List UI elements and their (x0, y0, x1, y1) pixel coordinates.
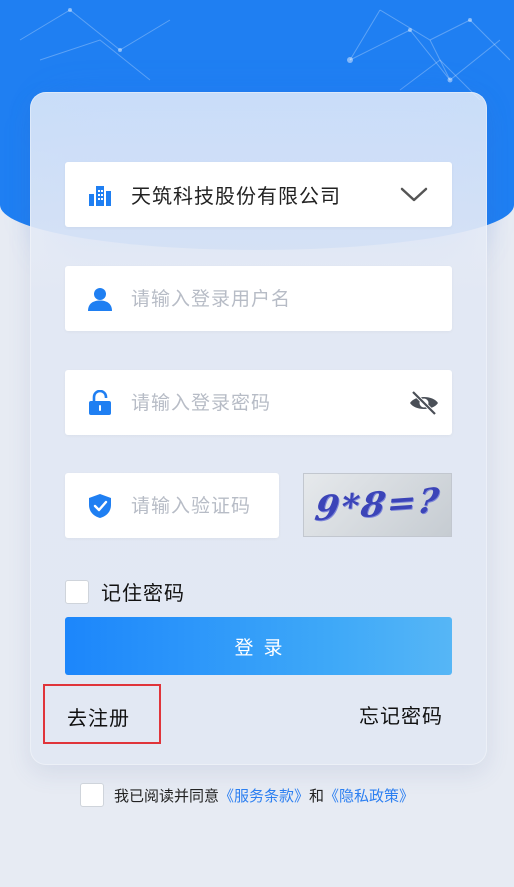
terms-link[interactable]: 《服务条款》 (219, 785, 309, 806)
captcha-image[interactable]: 9*8=? (303, 473, 452, 537)
username-input[interactable] (131, 278, 374, 319)
forgot-password-link[interactable]: 忘记密码 (359, 700, 443, 729)
captcha-image-text: 9*8=? (312, 480, 443, 530)
chevron-down-icon[interactable] (398, 182, 430, 206)
shield-check-icon (87, 493, 113, 519)
remember-password-checkbox[interactable] (65, 579, 89, 604)
agreement-prefix: 我已阅读并同意 (114, 786, 220, 805)
captcha-input[interactable] (131, 485, 251, 526)
register-link[interactable]: 去注册 (67, 702, 130, 731)
privacy-link[interactable]: 《隐私政策》 (324, 785, 414, 806)
agreement-checkbox[interactable] (80, 783, 104, 807)
company-name: 天筑科技股份有限公司 (131, 184, 341, 208)
agreement-and: 和 (309, 786, 325, 805)
building-icon (87, 182, 113, 208)
company-select[interactable]: 天筑科技股份有限公司 (65, 162, 452, 227)
username-field (65, 266, 452, 331)
password-field (65, 370, 452, 435)
captcha-field (65, 473, 279, 538)
register-link-highlight[interactable]: 去注册 (43, 684, 161, 744)
remember-password: 记住密码 (65, 577, 185, 606)
lock-icon (87, 389, 113, 416)
agreement: 我已阅读并同意 《服务条款》 和 《隐私政策》 (80, 783, 414, 807)
eye-off-icon[interactable] (408, 388, 440, 418)
user-icon (87, 286, 113, 312)
password-input[interactable] (131, 382, 374, 423)
remember-password-label: 记住密码 (101, 581, 185, 605)
login-button[interactable]: 登录 (65, 617, 452, 675)
